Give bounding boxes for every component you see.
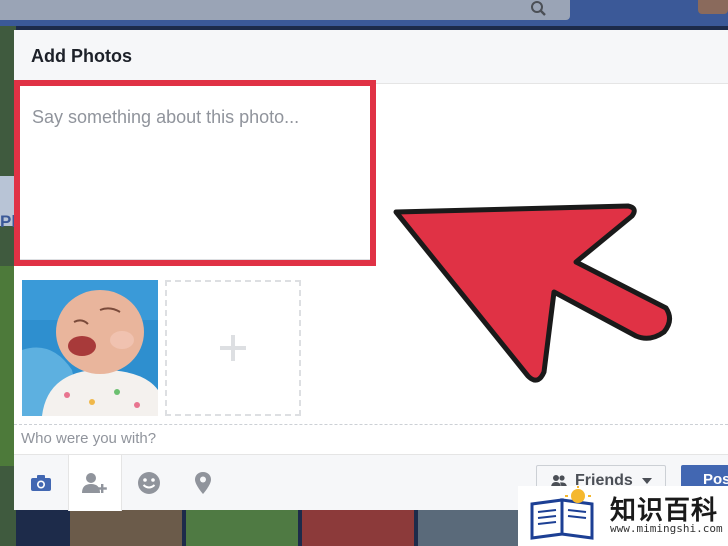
book-lightbulb-logo-icon bbox=[530, 486, 594, 540]
add-photo-button[interactable] bbox=[14, 455, 68, 511]
background-photo bbox=[186, 506, 298, 546]
dialog-title: Add Photos bbox=[31, 46, 132, 66]
tag-people-input[interactable]: Who were you with? bbox=[21, 430, 156, 447]
profile-avatar[interactable] bbox=[698, 0, 728, 14]
facebook-top-bar bbox=[0, 0, 728, 26]
baby-photo-image bbox=[22, 280, 158, 416]
background-photo bbox=[418, 506, 530, 546]
background-photo bbox=[302, 506, 414, 546]
add-photo-tile[interactable] bbox=[165, 280, 301, 416]
background-photo-strip bbox=[70, 506, 530, 546]
plus-icon bbox=[220, 335, 246, 361]
feeling-button[interactable] bbox=[122, 455, 176, 511]
chevron-down-icon bbox=[641, 478, 652, 484]
location-icon bbox=[195, 472, 211, 494]
feeling-icon bbox=[138, 472, 160, 494]
divider bbox=[14, 424, 728, 425]
photo-thumbnail[interactable] bbox=[22, 280, 158, 416]
tag-friends-button[interactable] bbox=[68, 455, 122, 511]
search-bar[interactable] bbox=[0, 0, 570, 20]
watermark-url: www.mimingshi.com bbox=[610, 522, 723, 535]
tag-friends-icon bbox=[82, 473, 107, 493]
background-photo bbox=[70, 506, 182, 546]
highlight-frame bbox=[14, 80, 376, 266]
pointer-arrow-icon bbox=[393, 203, 672, 383]
dialog-header: Add Photos bbox=[14, 30, 728, 84]
location-button[interactable] bbox=[176, 455, 230, 511]
camera-icon bbox=[31, 475, 51, 491]
watermark: 知识百科 www.mimingshi.com bbox=[518, 486, 728, 546]
search-icon[interactable] bbox=[528, 0, 548, 18]
